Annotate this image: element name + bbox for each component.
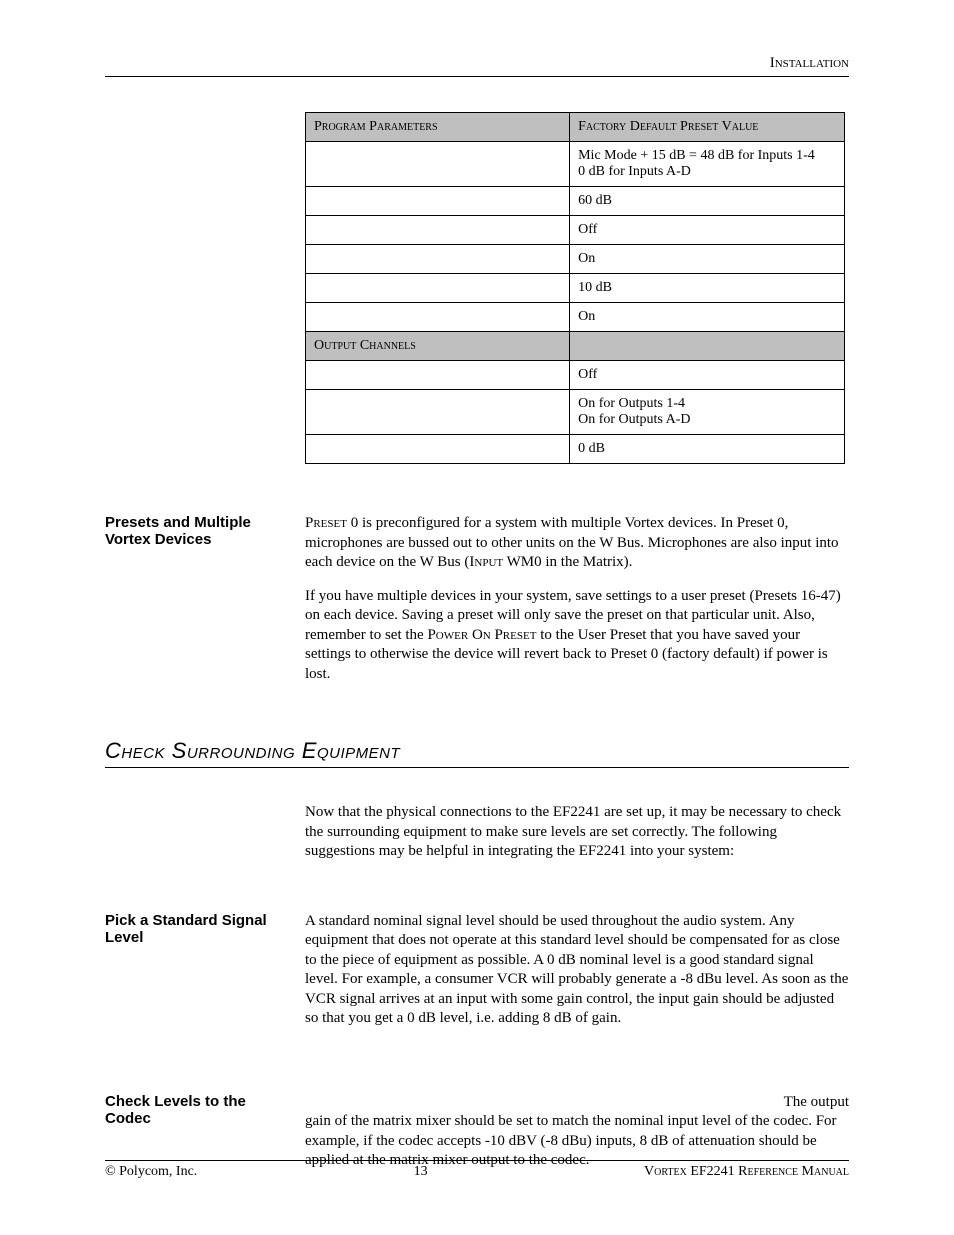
- table-row: Off: [306, 361, 845, 390]
- page-header: Installation: [105, 55, 849, 77]
- table-row: Mic Mode + 15 dB = 48 dB for Inputs 1-4 …: [306, 142, 845, 187]
- table-row: 0 dB: [306, 435, 845, 464]
- table-subheader: Output Channels: [306, 332, 845, 361]
- page-footer: © Polycom, Inc. 13 Vortex EF2241 Referen…: [105, 1160, 849, 1180]
- paragraph: If you have multiple devices in your sys…: [305, 587, 849, 685]
- paragraph: A standard nominal signal level should b…: [305, 912, 849, 1029]
- sidebar-heading-presets: Presets and Multiple Vortex Devices: [105, 514, 305, 698]
- footer-left: © Polycom, Inc.: [105, 1164, 197, 1180]
- heading-check-surrounding: Check Surrounding Equipment: [105, 738, 849, 768]
- paragraph-intro: Now that the physical connections to the…: [305, 803, 849, 862]
- paragraph: The output gain of the matrix mixer shou…: [305, 1093, 849, 1171]
- section-body: Preset 0 is preconfigured for a system w…: [305, 514, 849, 698]
- parameters-table: Program Parameters Factory Default Prese…: [305, 112, 845, 464]
- footer-page-number: 13: [414, 1164, 428, 1180]
- table-row: 60 dB: [306, 187, 845, 216]
- table-header-right: Factory Default Preset Value: [570, 113, 845, 142]
- section-body: A standard nominal signal level should b…: [305, 912, 849, 1043]
- table-row: 10 dB: [306, 274, 845, 303]
- section-pick-level: Pick a Standard Signal Level A standard …: [105, 912, 849, 1043]
- table-row: Off: [306, 216, 845, 245]
- table-header-left: Program Parameters: [306, 113, 570, 142]
- table-row: On: [306, 303, 845, 332]
- section-presets: Presets and Multiple Vortex Devices Pres…: [105, 514, 849, 698]
- paragraph: Preset 0 is preconfigured for a system w…: [305, 514, 849, 573]
- table-row: On: [306, 245, 845, 274]
- header-section-label: Installation: [770, 55, 849, 71]
- sidebar-heading-pick: Pick a Standard Signal Level: [105, 912, 305, 1043]
- footer-right: Vortex EF2241 Reference Manual: [644, 1164, 849, 1180]
- table-row: On for Outputs 1-4 On for Outputs A-D: [306, 390, 845, 435]
